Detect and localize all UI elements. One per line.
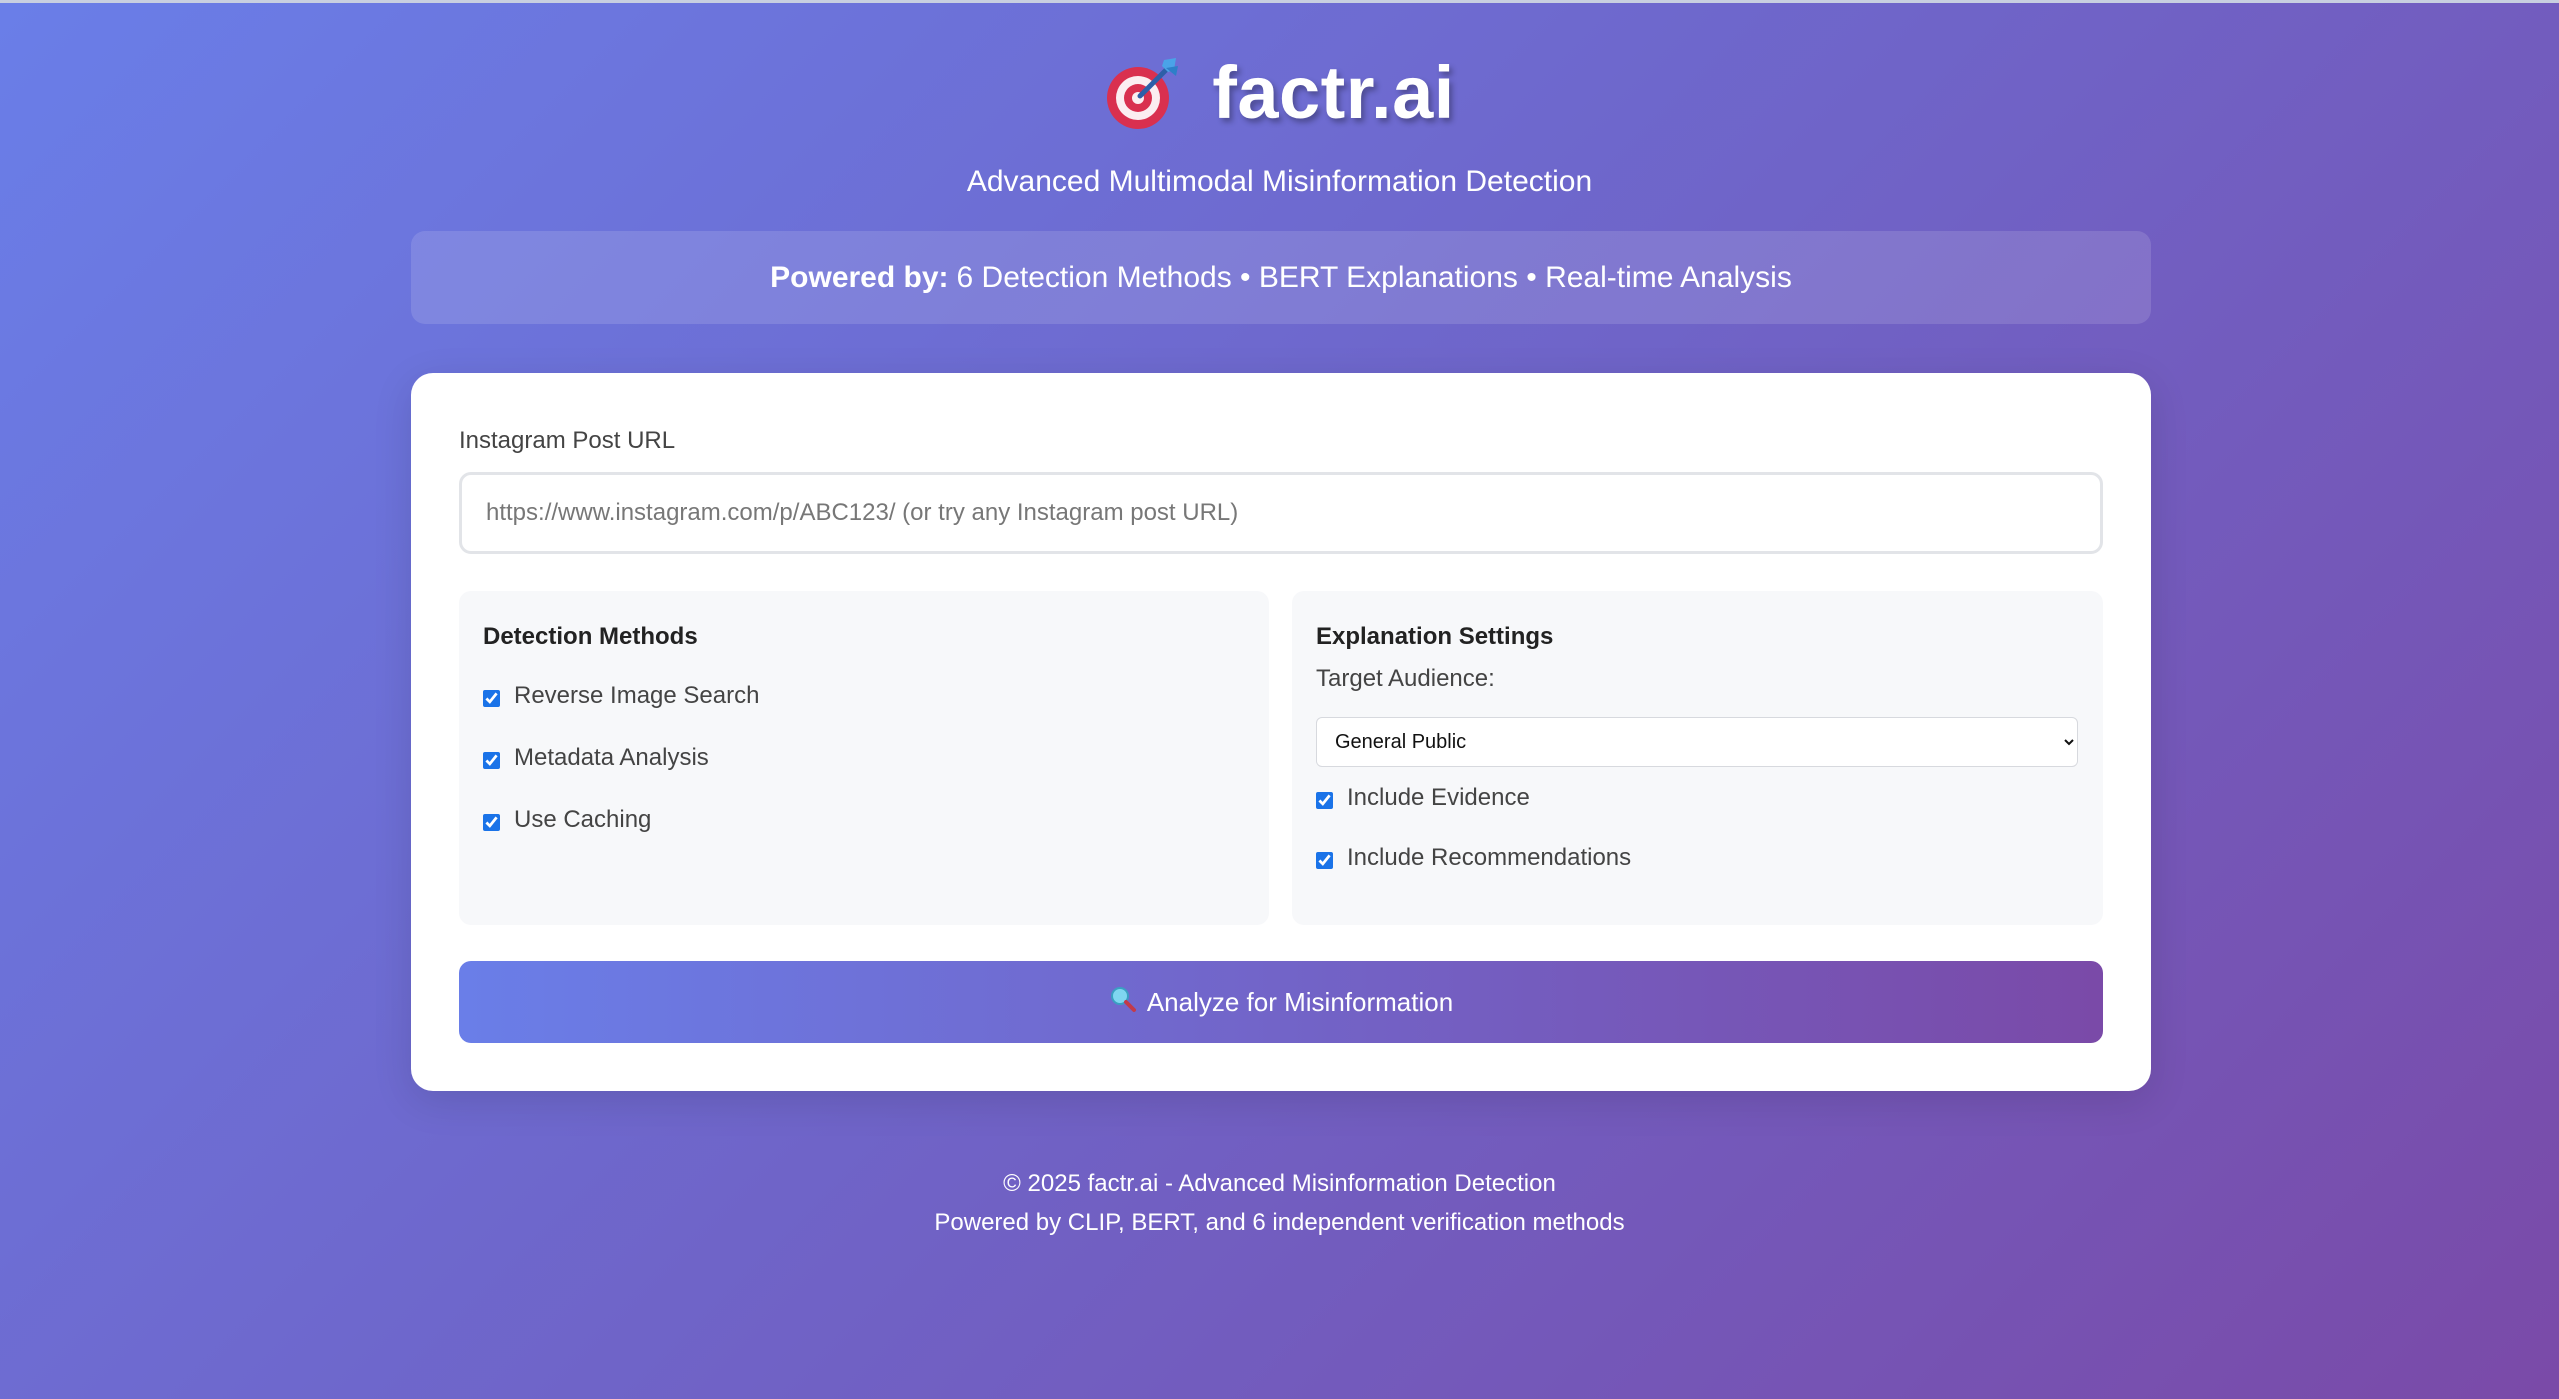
option-use-caching[interactable]: Use Caching (483, 789, 1245, 851)
top-border (0, 0, 2559, 3)
option-include-evidence[interactable]: Include Evidence (1316, 767, 2079, 829)
app-title: factr.ai (1212, 51, 1455, 134)
include-recommendations-checkbox[interactable] (1316, 851, 1333, 869)
explanation-settings-title: Explanation Settings (1316, 623, 1554, 650)
option-reverse-image-search[interactable]: Reverse Image Search (483, 665, 1245, 727)
url-field-label: Instagram Post URL (459, 427, 676, 454)
option-label: Use Caching (514, 806, 652, 833)
target-audience-label: Target Audience: (1316, 665, 1495, 692)
footer-copyright: © 2025 factr.ai - Advanced Misinformatio… (1003, 1170, 1556, 1197)
option-label: Include Recommendations (1347, 844, 1632, 871)
analyze-button-label: Analyze for Misinformation (1146, 986, 1454, 1017)
powered-by-text: 6 Detection Methods • BERT Explanations … (956, 260, 1792, 294)
detection-methods-title: Detection Methods (483, 623, 698, 650)
target-dart-icon (1104, 54, 1182, 132)
magnifier-icon (1109, 985, 1137, 1020)
app-subtitle: Advanced Multimodal Misinformation Detec… (966, 165, 1593, 198)
analysis-form-card: Instagram Post URL Detection Methods Rev… (411, 373, 2151, 1091)
option-include-recommendations[interactable]: Include Recommendations (1316, 829, 2079, 887)
option-label: Include Evidence (1347, 784, 1530, 811)
explanation-settings-panel: Explanation Settings Target Audience: Ge… (1292, 591, 2103, 925)
brand-header: factr.ai (0, 50, 2559, 135)
analyze-button[interactable]: Analyze for Misinformation (459, 961, 2103, 1043)
detection-methods-panel: Detection Methods Reverse Image Search M… (459, 591, 1269, 925)
footer-powered-by: Powered by CLIP, BERT, and 6 independent… (934, 1209, 1625, 1236)
use-caching-checkbox[interactable] (483, 813, 500, 831)
powered-by-banner: Powered by: 6 Detection Methods • BERT E… (411, 231, 2151, 324)
powered-by-lead: Powered by: (770, 260, 949, 294)
instagram-url-input[interactable] (459, 472, 2103, 554)
include-evidence-checkbox[interactable] (1316, 791, 1333, 809)
metadata-analysis-checkbox[interactable] (483, 751, 500, 769)
option-label: Metadata Analysis (514, 744, 709, 771)
option-label: Reverse Image Search (514, 682, 760, 709)
reverse-image-search-checkbox[interactable] (483, 689, 500, 707)
target-audience-select[interactable]: General Public (1316, 717, 2078, 767)
option-metadata-analysis[interactable]: Metadata Analysis (483, 727, 1245, 789)
